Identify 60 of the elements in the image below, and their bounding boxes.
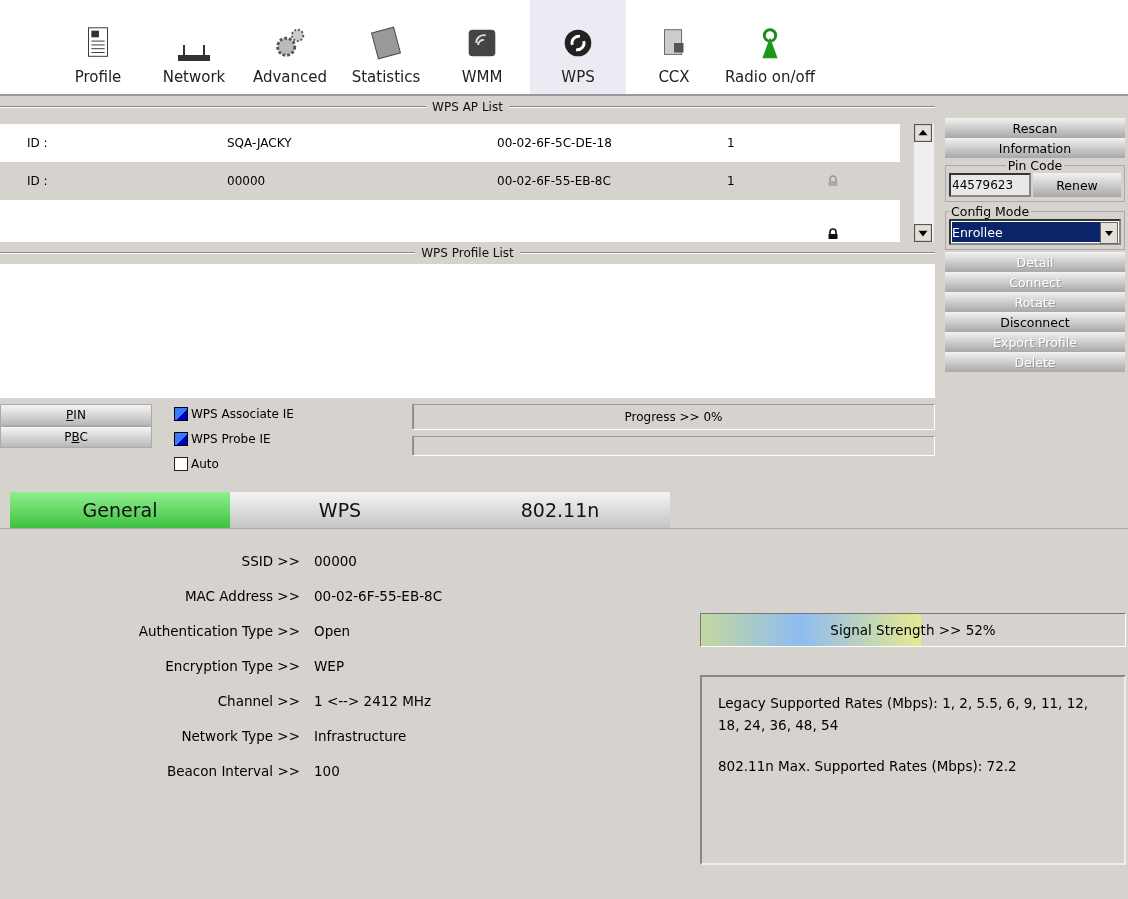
table-cell: 00-02-6F-5C-DE-18 (497, 136, 612, 150)
toolbar-button[interactable]: WPS (530, 0, 626, 94)
table-cell: ID : (27, 174, 48, 188)
field-label: Beacon Interval >> (166, 763, 301, 779)
checkbox[interactable] (174, 432, 188, 446)
router-icon (178, 44, 210, 62)
table-cell: 00000 (227, 174, 266, 188)
table-cell: SQA-JACKY (227, 136, 292, 150)
scrollbar[interactable] (914, 124, 934, 242)
rates-text: Legacy Supported Rates (Mbps): 1, 2, 5.5, 6, 9, 11, 12, 18, 24, 36, 48, 54 (718, 694, 1090, 735)
field-label: Encryption Type >> (164, 658, 301, 674)
toolbar-button[interactable]: Statistics (338, 0, 434, 94)
field-value: Open (314, 623, 351, 639)
progress-text: Progress >> 0% (624, 410, 723, 424)
table-cell: 1 (727, 174, 735, 188)
toolbar-button[interactable]: CCX (626, 0, 722, 94)
field-value: Infrastructure (314, 728, 407, 744)
pin-code-field[interactable]: 44579623 (949, 173, 1031, 197)
table-cell: ID : (27, 136, 48, 150)
field-label: Authentication Type >> (137, 623, 301, 639)
field-label: Channel >> (216, 693, 301, 709)
rates-text: 802.11n Max. Supported Rates (Mbps): 72.2 (718, 757, 1018, 777)
group-title: Pin Code (1006, 158, 1064, 173)
field-label: Network Type >> (180, 728, 301, 744)
renew-button[interactable]: Renew (1033, 173, 1121, 197)
field-value: 00-02-6F-55-EB-8C (314, 588, 443, 604)
checkbox-option[interactable]: WPS Probe IE (174, 429, 402, 449)
checkbox-option[interactable]: WPS Associate IE (174, 404, 402, 424)
toolbar-button[interactable]: Radio on/off (722, 0, 818, 94)
section-title: WPS AP List (432, 100, 503, 114)
scroll-down-icon[interactable] (914, 224, 932, 242)
toolbar-button[interactable]: Network (146, 0, 242, 94)
side-button[interactable]: Information (945, 138, 1125, 158)
method-button[interactable]: PIN (0, 404, 152, 426)
ap-row[interactable]: ID : 00000 00-02-6F-55-EB-8C 1 (0, 162, 900, 200)
field-label: MAC Address >> (183, 588, 301, 604)
side-button[interactable]: Rescan (945, 118, 1125, 138)
field-value: 100 (314, 763, 340, 779)
scroll-up-icon[interactable] (914, 124, 932, 142)
tab[interactable]: 802.11n (450, 492, 670, 528)
checkbox[interactable] (174, 457, 188, 471)
field-value: WEP (314, 658, 345, 674)
signal-strength-text: Signal Strength >> 52% (830, 622, 996, 638)
table-cell: 00-02-6F-55-EB-8C (497, 174, 611, 188)
group-title: Config Mode (950, 204, 1031, 219)
method-button[interactable]: PBC (0, 426, 152, 448)
table-cell: 1 (727, 136, 735, 150)
field-value: 00000 (314, 553, 357, 569)
toolbar-button[interactable]: Advanced (242, 0, 338, 94)
section-title: WPS Profile List (421, 246, 514, 260)
toolbar-button[interactable]: Profile (50, 0, 146, 94)
field-label: SSID >> (240, 553, 301, 569)
tab[interactable]: WPS (230, 492, 450, 528)
side-button[interactable]: Disconnect (945, 312, 1125, 332)
config-mode-dropdown[interactable]: Enrollee (949, 219, 1121, 245)
checkbox-option[interactable]: Auto (174, 454, 402, 474)
toolbar-button[interactable]: WMM (434, 0, 530, 94)
tab[interactable]: General (10, 492, 230, 528)
field-value: 1 <--> 2412 MHz (314, 693, 432, 709)
checkbox[interactable] (174, 407, 188, 421)
